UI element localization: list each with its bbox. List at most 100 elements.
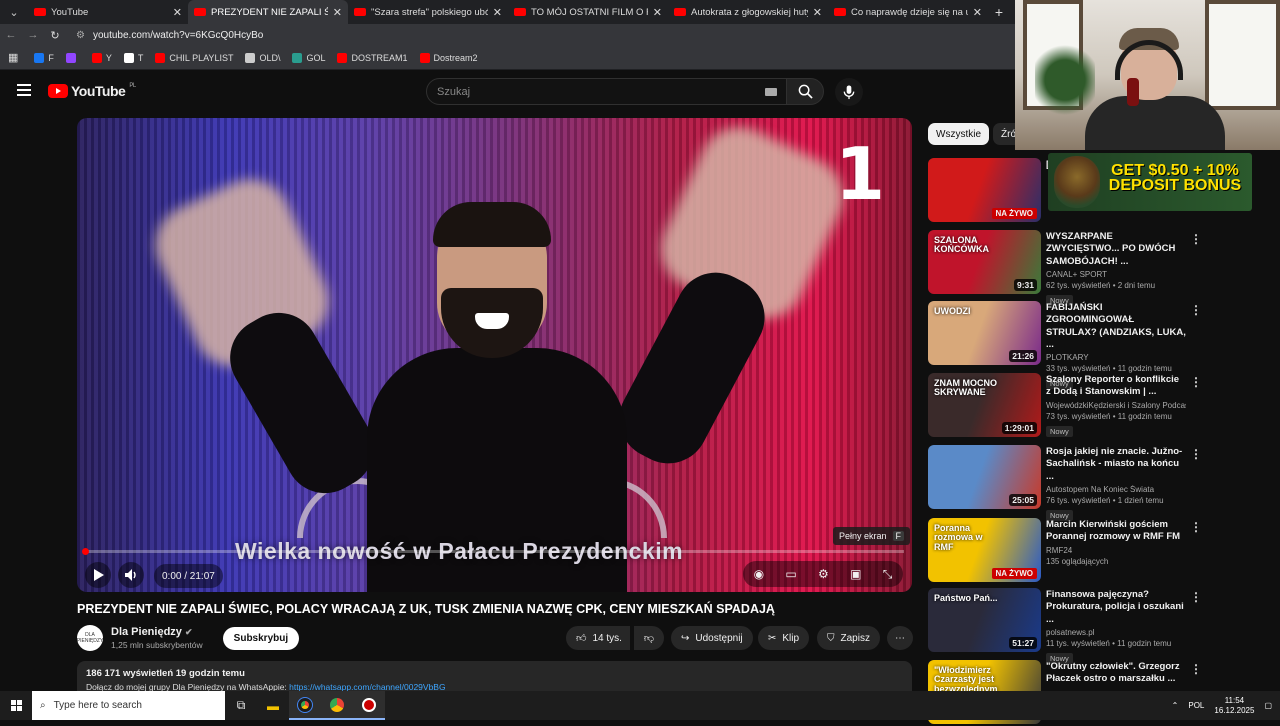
bookmark-item[interactable]: F (34, 52, 54, 63)
recommended-video[interactable]: Państwo Pań... 51:27 Finansowa pajęczyna? … (928, 588, 1268, 665)
more-actions-button[interactable]: ⋯ (887, 626, 913, 650)
progress-bar[interactable] (85, 550, 904, 553)
browser-tab[interactable]: "Szara strefa" polskiego ubóst ✕ (348, 0, 508, 24)
tab-close-icon[interactable]: ✕ (813, 6, 822, 19)
reload-icon[interactable]: ↻ (44, 29, 66, 42)
channel-avatar[interactable]: DLA PIENIĘDZY (77, 625, 103, 651)
recommended-channel[interactable]: Autostopem Na Koniec Świata (1046, 485, 1186, 494)
menu-icon[interactable] (17, 84, 31, 96)
tab-search-icon[interactable]: ⌄ (0, 0, 28, 24)
recommended-title[interactable]: WYSZARPANE ZWYCIĘSTWO... PO DWÓCH SAMOBÓ… (1046, 231, 1186, 268)
forward-icon[interactable]: → (22, 29, 44, 41)
bookmark-item[interactable]: CHIL PLAYLIST (155, 52, 233, 63)
chip-all[interactable]: Wszystkie (928, 123, 989, 145)
channel-name[interactable]: Dla Pieniędzy ✔ (111, 626, 203, 638)
apps-grid-icon[interactable]: ▦ (8, 51, 18, 64)
theater-mode-icon[interactable]: ▣ (850, 567, 861, 581)
browser-tab[interactable]: Co naprawdę dzieje się na uzbe ✕ (828, 0, 988, 24)
play-button[interactable] (85, 562, 111, 588)
video-thumbnail[interactable]: 25:05 (928, 445, 1041, 509)
bookmark-item[interactable] (65, 52, 80, 63)
keyboard-icon[interactable] (765, 88, 777, 96)
recommended-title[interactable]: Rosja jakiej nie znacie. Južno-Sachalińs… (1046, 446, 1186, 483)
language-indicator[interactable]: POL (1188, 701, 1204, 710)
save-button[interactable]: ⛉ Zapisz (817, 626, 880, 650)
video-thumbnail[interactable]: Poranna rozmowa w RMF NA ŻYWO (928, 518, 1041, 582)
start-button[interactable] (0, 691, 32, 720)
tab-close-icon[interactable]: ✕ (333, 6, 342, 19)
recommended-channel[interactable]: PLOTKARY (1046, 353, 1186, 362)
bookmark-item[interactable]: GOL (292, 52, 325, 63)
progress-scrubber[interactable] (82, 548, 89, 555)
recommended-title[interactable]: FABIJAŃSKI ZGROOMINGOWAŁ STRULAX? (ANDZI… (1046, 302, 1186, 351)
bookmark-item[interactable]: OLD\ (245, 52, 280, 63)
more-vert-icon[interactable]: ⋮ (1190, 303, 1202, 317)
bookmark-item[interactable]: T (123, 52, 143, 63)
clip-button[interactable]: ✂ Klip (758, 626, 810, 650)
tab-close-icon[interactable]: ✕ (173, 6, 182, 19)
browser-tab[interactable]: PREZYDENT NIE ZAPALI ŚWIEC ✕ (188, 0, 348, 24)
notifications-icon[interactable]: ▢ (1264, 701, 1272, 710)
recommended-video[interactable]: Poranna rozmowa w RMF NA ŻYWO Marcin Kierw… (928, 518, 1268, 584)
bookmark-item[interactable]: Y (91, 52, 112, 63)
more-vert-icon[interactable]: ⋮ (1190, 375, 1202, 389)
recommended-title[interactable]: Marcin Kierwiński gościem Porannej rozmo… (1046, 519, 1186, 544)
like-button[interactable]: 👍︎ 14 tys. (566, 626, 630, 650)
search-button[interactable] (786, 78, 824, 105)
volume-button[interactable] (118, 562, 144, 588)
browser-tab[interactable]: YouTube ✕ (28, 0, 188, 24)
voice-search-button[interactable] (835, 78, 863, 106)
tab-close-icon[interactable]: ✕ (973, 6, 982, 19)
fullscreen-icon[interactable]: ⤡ (883, 567, 893, 582)
tray-chevron-icon[interactable]: ⌃ (1172, 701, 1179, 710)
browser-tab[interactable]: Autokrata z głogowskiej huty w ✕ (668, 0, 828, 24)
more-vert-icon[interactable]: ⋮ (1190, 447, 1202, 461)
video-thumbnail[interactable]: Państwo Pań... 51:27 (928, 588, 1041, 652)
settings-gear-icon[interactable]: ⚙ (818, 567, 829, 581)
recommended-video[interactable]: 25:05 Rosja jakiej nie znacie. Južno-Sach… (928, 445, 1268, 522)
recommended-title[interactable]: Finansowa pajęczyna? Prokuratura, policj… (1046, 589, 1186, 626)
recommended-title[interactable]: Szalony Reporter o konflikcie z Dodą i S… (1046, 374, 1186, 399)
autoplay-toggle-icon[interactable]: ◉ (754, 567, 764, 581)
new-tab-button[interactable]: + (988, 4, 1010, 20)
bookmark-item[interactable]: DOSTREAM1 (337, 52, 408, 63)
clock[interactable]: 11:54 16.12.2025 (1214, 696, 1254, 715)
file-explorer-icon[interactable]: ▬ (257, 691, 289, 720)
task-view-icon[interactable]: ⧉ (225, 691, 257, 720)
casino-ad-banner[interactable]: GET $0.50 + 10% DEPOSIT BONUS (1048, 153, 1252, 211)
video-thumbnail[interactable]: ZNAM MOCNO SKRYWANE 1:29:01 (928, 373, 1041, 437)
recommended-channel[interactable]: CANAL+ SPORT (1046, 270, 1186, 279)
youtube-logo[interactable]: YouTube PL (48, 83, 136, 99)
site-info-icon[interactable]: ⚙ (76, 30, 85, 41)
browser-tab[interactable]: TO MÓJ OSTATNI FILM O FAZIE ✕ (508, 0, 668, 24)
taskbar-search[interactable]: ⌕ Type here to search (32, 691, 225, 720)
dislike-button[interactable]: 👎︎ (634, 626, 664, 650)
obs-icon[interactable] (353, 691, 385, 720)
recommended-title[interactable]: "Okrutny człowiek". Grzegorz Płaczek ost… (1046, 661, 1186, 686)
share-button[interactable]: ↪ Udostępnij (671, 626, 753, 650)
recommended-channel[interactable]: polsatnews.pl (1046, 628, 1186, 637)
subtitles-icon[interactable]: ▭ (785, 567, 796, 581)
more-vert-icon[interactable]: ⋮ (1190, 662, 1202, 676)
chrome-profile-icon[interactable] (321, 691, 353, 720)
search-input[interactable]: Szukaj (426, 78, 788, 105)
tab-close-icon[interactable]: ✕ (653, 6, 662, 19)
more-vert-icon[interactable]: ⋮ (1190, 590, 1202, 604)
back-icon[interactable]: ← (0, 29, 22, 41)
tab-close-icon[interactable]: ✕ (493, 6, 502, 19)
video-thumbnail[interactable]: UWODZI 21:26 (928, 301, 1041, 365)
recommended-video[interactable]: SZALONA KOŃCÓWKA 9:31 WYSZARPANE ZWYCIĘSTW… (928, 230, 1268, 307)
recommended-video[interactable]: UWODZI 21:26 FABIJAŃSKI ZGROOMINGOWAŁ STRU… (928, 301, 1268, 390)
video-thumbnail[interactable]: NA ŻYWO (928, 158, 1041, 222)
video-thumbnail[interactable]: SZALONA KOŃCÓWKA 9:31 (928, 230, 1041, 294)
recommended-video[interactable]: ZNAM MOCNO SKRYWANE 1:29:01 Szalony Report… (928, 373, 1268, 439)
url-field[interactable]: ⚙ youtube.com/watch?v=6KGcQ0HcyBo (76, 30, 263, 41)
more-vert-icon[interactable]: ⋮ (1190, 520, 1202, 534)
more-vert-icon[interactable]: ⋮ (1190, 232, 1202, 246)
chrome-icon[interactable] (289, 691, 321, 720)
video-player[interactable]: 1 Wielka nowość w Pałacu Prezydenckim Pe… (77, 118, 912, 592)
subscribe-button[interactable]: Subskrybuj (222, 626, 300, 650)
bookmark-item[interactable]: Dostream2 (419, 52, 478, 63)
recommended-channel[interactable]: RMF24 (1046, 546, 1186, 555)
recommended-channel[interactable]: WojewódzkiKędzierski i Szalony Podcast. (1046, 401, 1186, 410)
